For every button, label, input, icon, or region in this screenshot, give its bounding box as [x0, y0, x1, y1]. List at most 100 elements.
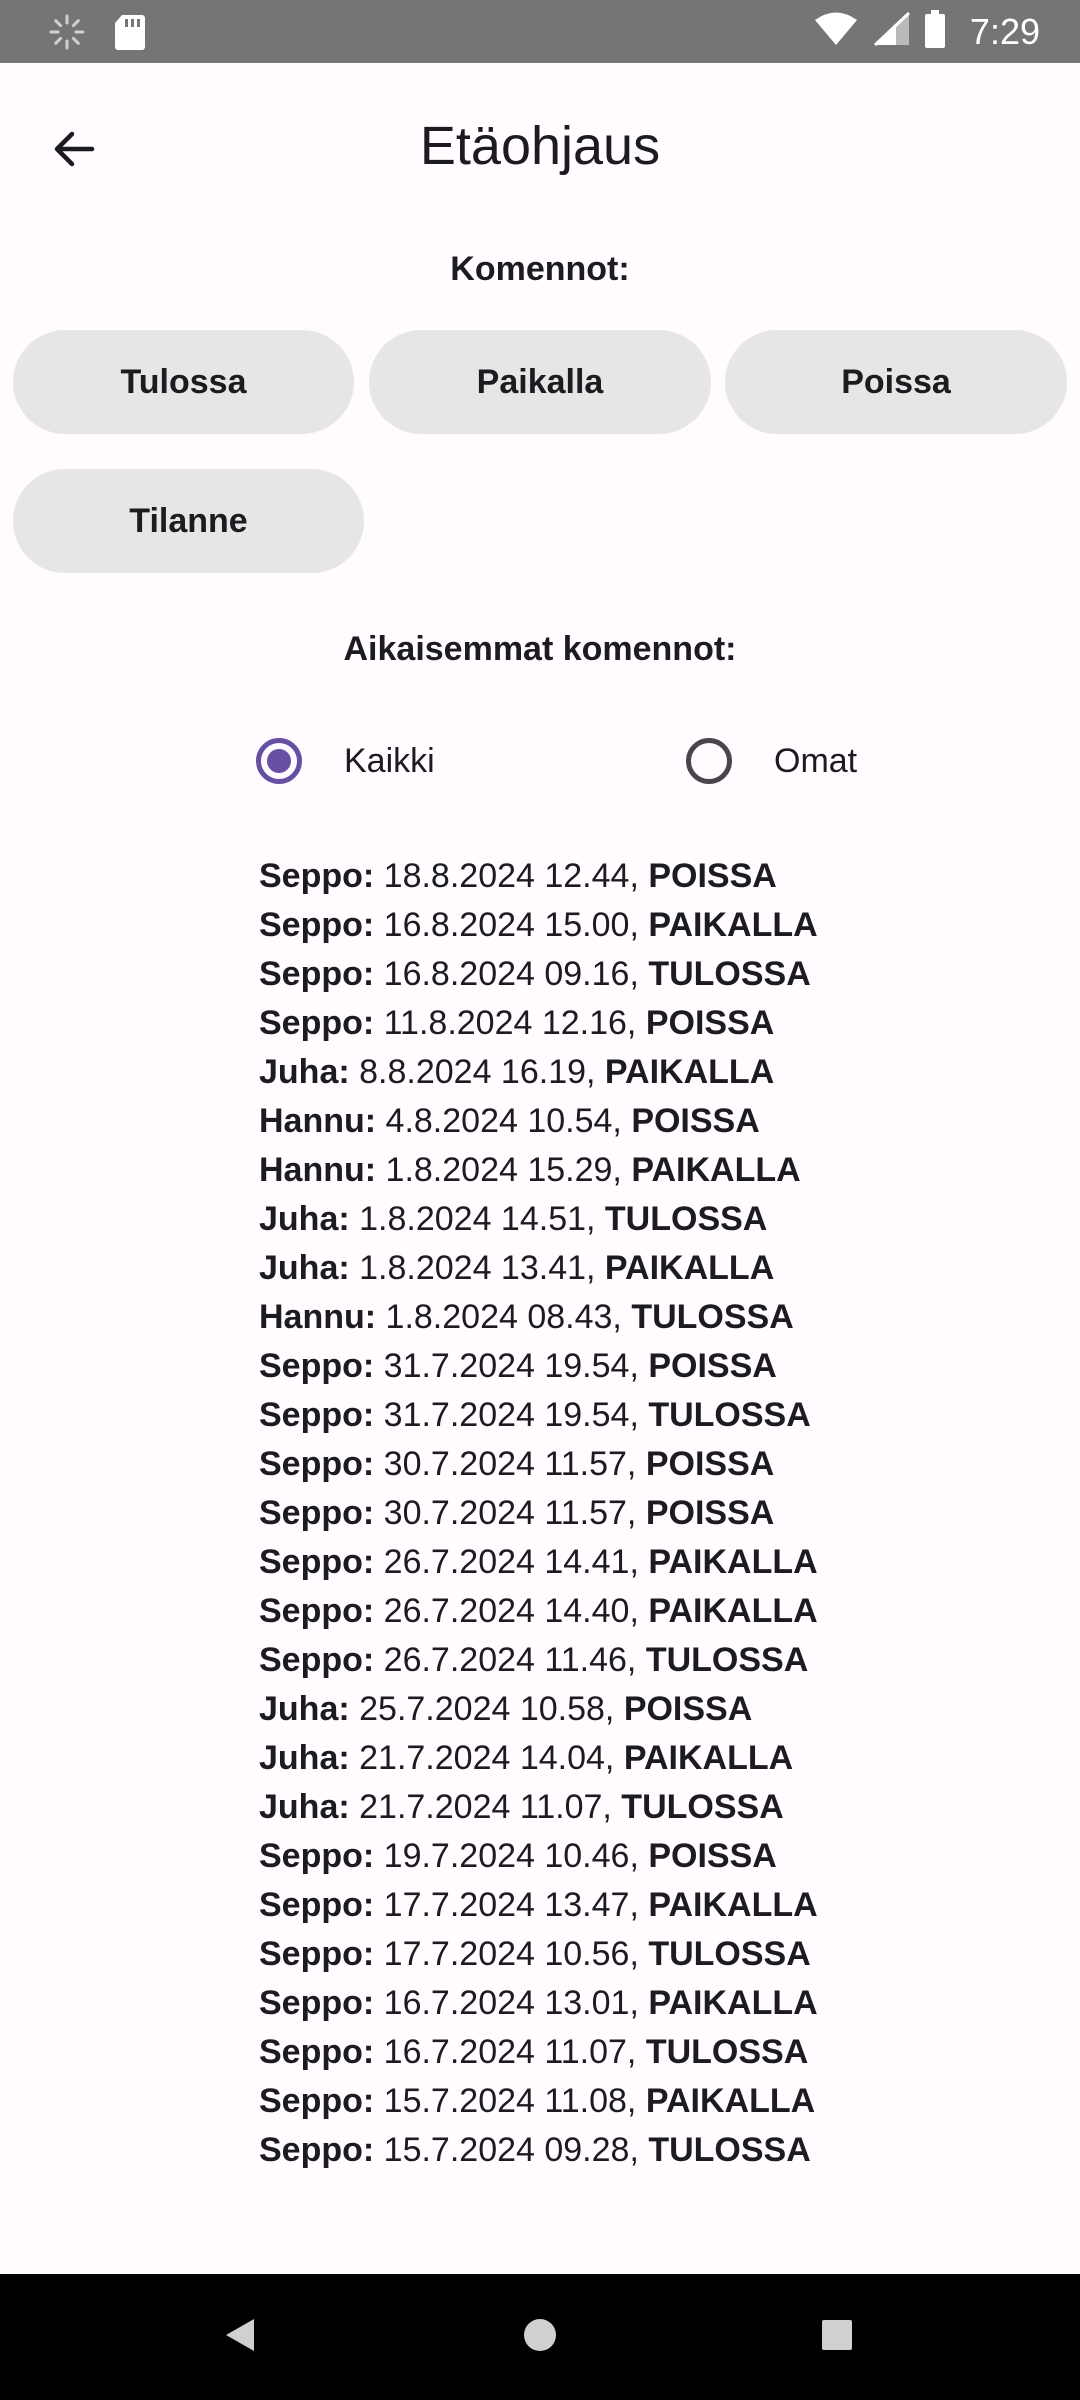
status-time: 7:29: [969, 10, 1040, 52]
history-item-name: Seppo:: [259, 1641, 375, 1679]
history-item-status: TULOSSA: [648, 955, 811, 993]
history-item-name: Hannu:: [259, 1298, 377, 1336]
history-item-name: Seppo:: [259, 1837, 375, 1875]
sd-card-icon: [114, 13, 146, 56]
history-item-datetime: 26.7.2024 11.46,: [374, 1641, 646, 1679]
history-item: Seppo: 18.8.2024 12.44, POISSA: [259, 852, 818, 901]
app-bar: Etäohjaus: [0, 63, 1080, 231]
loading-icon: [48, 13, 86, 56]
history-item-name: Seppo:: [259, 1984, 375, 2022]
history-item-status: TULOSSA: [648, 1935, 811, 1973]
history-item-datetime: 18.8.2024 12.44,: [374, 857, 649, 895]
history-item-name: Seppo:: [259, 1592, 375, 1630]
history-item-status: POISSA: [648, 857, 777, 895]
history-item-name: Juha:: [259, 1788, 350, 1826]
history-item-datetime: 1.8.2024 13.41,: [349, 1249, 605, 1287]
history-item-status: PAIKALLA: [645, 2082, 816, 2120]
history-heading: Aikaisemmat komennot:: [343, 630, 737, 668]
commands-heading: Komennot:: [450, 250, 630, 288]
signal-icon: [872, 11, 910, 52]
history-item-name: Seppo:: [259, 2082, 375, 2120]
history-item-datetime: 30.7.2024 11.57,: [374, 1494, 646, 1532]
tulossa-button[interactable]: Tulossa: [13, 330, 354, 434]
history-item-datetime: 19.7.2024 10.46,: [374, 1837, 649, 1875]
history-item-datetime: 21.7.2024 11.07,: [349, 1788, 622, 1826]
back-triangle-icon: [223, 2317, 257, 2358]
history-item-datetime: 26.7.2024 14.41,: [374, 1543, 649, 1581]
history-item-name: Seppo:: [259, 1543, 375, 1581]
history-item-name: Seppo:: [259, 1886, 375, 1924]
nav-recents-button[interactable]: [804, 2304, 870, 2370]
history-item: Seppo: 30.7.2024 11.57, POISSA: [259, 1489, 818, 1538]
history-item-name: Seppo:: [259, 1445, 375, 1483]
history-item-status: PAIKALLA: [604, 1053, 775, 1091]
history-item-datetime: 26.7.2024 14.40,: [374, 1592, 649, 1630]
history-item: Hannu: 1.8.2024 08.43, TULOSSA: [259, 1293, 818, 1342]
history-item-status: PAIKALLA: [631, 1151, 801, 1189]
home-circle-icon: [522, 2317, 558, 2358]
history-item: Seppo: 26.7.2024 11.46, TULOSSA: [259, 1636, 818, 1685]
history-item-status: TULOSSA: [645, 2033, 809, 2071]
history-item-name: Juha:: [259, 1053, 350, 1091]
history-item: Seppo: 17.7.2024 13.47, PAIKALLA: [259, 1881, 818, 1930]
history-item-name: Seppo:: [259, 1935, 375, 1973]
history-item: Juha: 21.7.2024 14.04, PAIKALLA: [259, 1734, 818, 1783]
history-item-name: Juha:: [259, 1249, 350, 1287]
history-item-status: POISSA: [648, 1347, 777, 1385]
history-item: Juha: 8.8.2024 16.19, PAIKALLA: [259, 1048, 818, 1097]
navigation-bar: [0, 2274, 1080, 2400]
history-item: Seppo: 16.8.2024 15.00, PAIKALLA: [259, 901, 818, 950]
paikalla-button[interactable]: Paikalla: [369, 330, 711, 434]
history-list: Seppo: 18.8.2024 12.44, POISSA Seppo: 16.…: [259, 852, 818, 2175]
history-item-status: POISSA: [631, 1102, 760, 1140]
history-item-datetime: 25.7.2024 10.58,: [349, 1690, 624, 1728]
filter-kaikki-option[interactable]: Kaikki: [256, 733, 435, 789]
history-item-datetime: 15.7.2024 09.28,: [374, 2131, 649, 2169]
history-item-datetime: 4.8.2024 10.54,: [376, 1102, 632, 1140]
history-item-name: Hannu:: [259, 1102, 377, 1140]
filter-omat-option[interactable]: Omat: [686, 733, 857, 789]
history-item-status: TULOSSA: [604, 1200, 768, 1238]
history-item-name: Seppo:: [259, 1347, 375, 1385]
history-item-datetime: 1.8.2024 08.43,: [376, 1298, 632, 1336]
history-item-status: TULOSSA: [645, 1641, 809, 1679]
history-item: Seppo: 31.7.2024 19.54, TULOSSA: [259, 1391, 818, 1440]
history-item-name: Seppo:: [259, 955, 375, 993]
history-item-datetime: 21.7.2024 14.04,: [349, 1739, 624, 1777]
history-item: Juha: 21.7.2024 11.07, TULOSSA: [259, 1783, 818, 1832]
history-item: Seppo: 15.7.2024 09.28, TULOSSA: [259, 2126, 818, 2175]
filter-omat-label: Omat: [774, 741, 858, 780]
history-item: Seppo: 11.8.2024 12.16, POISSA: [259, 999, 818, 1048]
history-item: Seppo: 15.7.2024 11.08, PAIKALLA: [259, 2077, 818, 2126]
history-item-datetime: 16.8.2024 15.00,: [374, 906, 649, 944]
history-item-name: Hannu:: [259, 1151, 377, 1189]
history-item: Seppo: 26.7.2024 14.40, PAIKALLA: [259, 1587, 818, 1636]
history-item-status: PAIKALLA: [648, 906, 818, 944]
history-item-status: POISSA: [623, 1690, 753, 1728]
history-item: Juha: 1.8.2024 13.41, PAIKALLA: [259, 1244, 818, 1293]
radio-checked-icon[interactable]: [256, 738, 302, 784]
history-item-name: Seppo:: [259, 2033, 375, 2071]
poissa-button[interactable]: Poissa: [725, 330, 1067, 434]
history-item-status: PAIKALLA: [648, 1592, 818, 1630]
history-item-name: Juha:: [259, 1200, 350, 1238]
nav-home-button[interactable]: [507, 2304, 573, 2370]
filter-kaikki-label: Kaikki: [344, 741, 435, 780]
history-item-name: Seppo:: [259, 1396, 375, 1434]
history-item-status: PAIKALLA: [648, 1984, 818, 2022]
history-item-status: TULOSSA: [621, 1788, 784, 1826]
history-item-status: TULOSSA: [648, 2131, 811, 2169]
history-item-datetime: 16.7.2024 11.07,: [374, 2033, 646, 2071]
recents-square-icon: [821, 2319, 853, 2356]
radio-unchecked-icon[interactable]: [686, 738, 732, 784]
history-item: Seppo: 17.7.2024 10.56, TULOSSA: [259, 1930, 818, 1979]
history-item-datetime: 11.8.2024 12.16,: [374, 1004, 646, 1042]
battery-icon: [924, 10, 946, 53]
history-item-datetime: 30.7.2024 11.57,: [374, 1445, 646, 1483]
history-item-name: Juha:: [259, 1690, 350, 1728]
history-item-status: PAIKALLA: [648, 1886, 818, 1924]
nav-back-button[interactable]: [207, 2304, 273, 2370]
tilanne-button[interactable]: Tilanne: [13, 469, 364, 573]
history-item-datetime: 15.7.2024 11.08,: [374, 2082, 646, 2120]
history-item: Hannu: 1.8.2024 15.29, PAIKALLA: [259, 1146, 818, 1195]
